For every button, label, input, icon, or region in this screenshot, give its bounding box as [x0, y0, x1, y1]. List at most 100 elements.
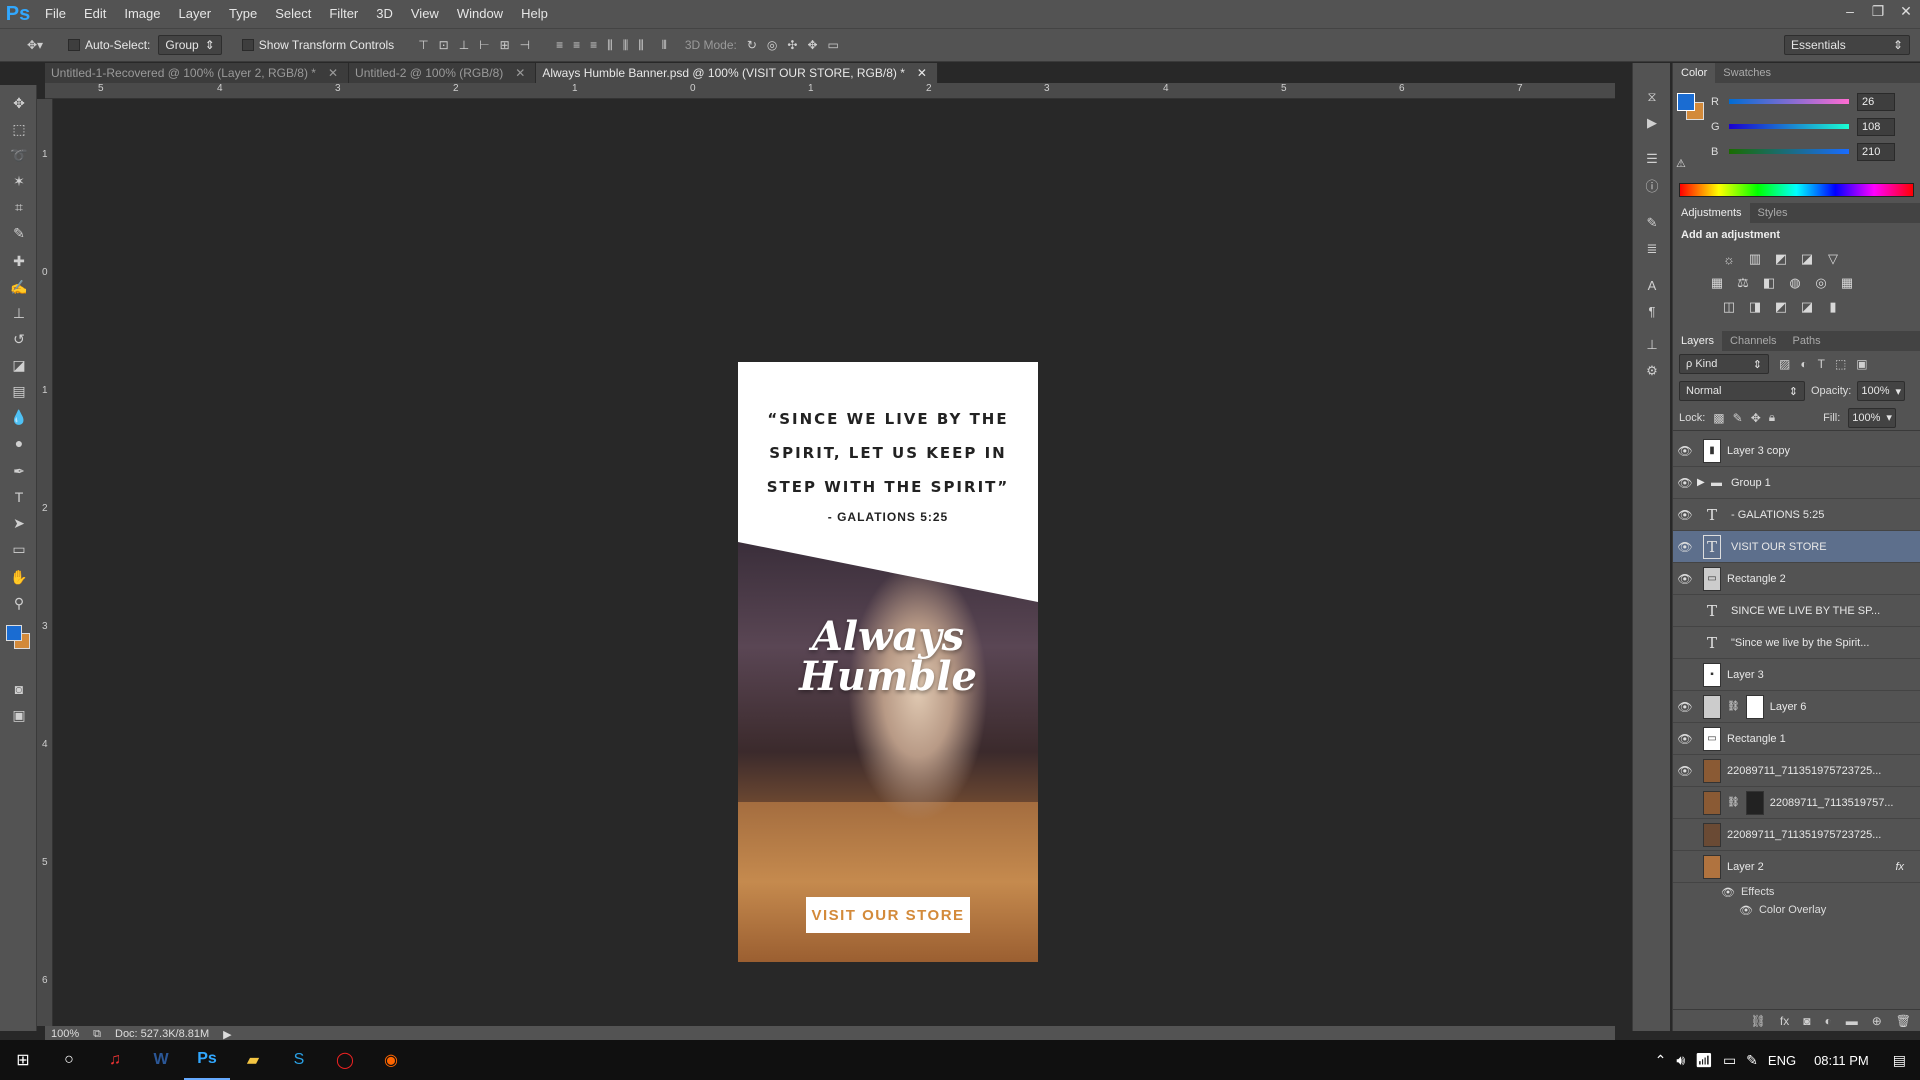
volume-icon[interactable]: 🔊︎ [1676, 1052, 1685, 1069]
visibility-eye-icon[interactable]: 👁︎ [1673, 732, 1697, 746]
visibility-eye-icon[interactable]: 👁︎ [1673, 700, 1697, 714]
clone-stamp-tool-icon[interactable]: ⊥ [8, 303, 30, 323]
lock-image-icon[interactable]: ✎ [1733, 411, 1743, 425]
menu-view[interactable]: View [402, 0, 448, 28]
menu-help[interactable]: Help [512, 0, 557, 28]
align-right-icon[interactable]: ⊣ [520, 38, 530, 52]
exposure-icon[interactable]: ◪ [1795, 249, 1819, 269]
filter-adjustment-icon[interactable]: ◐ [1800, 357, 1807, 371]
g-track[interactable] [1729, 124, 1849, 129]
opacity-field[interactable]: 100% ▾ [1857, 381, 1906, 401]
character-panel-icon[interactable]: A [1642, 275, 1662, 295]
filter-type-icon[interactable]: T [1818, 357, 1825, 371]
menu-layer[interactable]: Layer [170, 0, 221, 28]
visibility-eye-icon[interactable]: 👁︎ [1673, 540, 1697, 554]
move-tool-icon[interactable]: ✥ [8, 93, 30, 113]
paragraph-panel-icon[interactable]: ¶ [1642, 301, 1662, 321]
menu-3d[interactable]: 3D [367, 0, 402, 28]
menu-window[interactable]: Window [448, 0, 512, 28]
layer-row[interactable]: 👁︎ 22089711_711351975723725... [1673, 755, 1920, 787]
3d-drag-icon[interactable]: ✣ [787, 38, 797, 52]
visibility-eye-icon[interactable]: 👁︎ [1673, 508, 1697, 522]
wifi-icon[interactable]: 📶︎ [1695, 1052, 1713, 1069]
layer-row[interactable]: ▪ Layer 3 [1673, 659, 1920, 691]
r-value[interactable]: 26 [1857, 92, 1895, 111]
distribute-top-icon[interactable]: ≡ [556, 38, 563, 53]
menu-filter[interactable]: Filter [320, 0, 367, 28]
tab-color[interactable]: Color [1673, 63, 1716, 83]
always-humble-logo[interactable]: Always Humble [738, 617, 1038, 697]
brush-tool-icon[interactable]: ✍ [8, 277, 30, 297]
add-layer-style-icon[interactable]: fx [1780, 1014, 1789, 1028]
clock[interactable]: 08:11 PM [1814, 1053, 1869, 1068]
r-track[interactable] [1729, 99, 1849, 104]
tab-always-humble-banner[interactable]: Always Humble Banner.psd @ 100% (VISIT O… [536, 63, 938, 83]
tab-adjustments[interactable]: Adjustments [1673, 203, 1750, 223]
layer-row[interactable]: 22089711_711351975723725... [1673, 819, 1920, 851]
b-value[interactable]: 210 [1857, 142, 1895, 161]
distribute-hcenter-icon[interactable]: ⫼ [623, 38, 629, 53]
type-tool-icon[interactable]: T [8, 487, 30, 507]
cortana-icon[interactable]: ○ [46, 1040, 92, 1080]
restore-button[interactable]: ❐ [1864, 0, 1892, 22]
layer-row[interactable]: 👁︎ ▮ Layer 3 copy [1673, 435, 1920, 467]
3d-rotate-icon[interactable]: ↻ [747, 38, 757, 52]
zoom-tool-icon[interactable]: ⚲ [8, 593, 30, 613]
status-menu-arrow-icon[interactable]: ▶ [223, 1028, 231, 1041]
brush-presets-icon[interactable]: ≣ [1642, 239, 1662, 259]
blend-mode-dropdown[interactable]: Normal ⇕ [1679, 381, 1805, 401]
mask-link-icon[interactable]: ⛓ [1727, 797, 1740, 808]
history-panel-icon[interactable]: ⧖ [1642, 87, 1662, 107]
itunes-icon[interactable]: ♫ [92, 1040, 138, 1080]
effects-row[interactable]: 👁︎ Effects [1673, 883, 1920, 901]
layer-row[interactable]: 👁︎ ⛓ Layer 6 [1673, 691, 1920, 723]
align-left-icon[interactable]: ⊢ [479, 38, 489, 52]
layer-row[interactable]: 👁︎ ▶ ▬ Group 1 [1673, 467, 1920, 499]
link-layers-icon[interactable]: ⛓ [1751, 1014, 1766, 1028]
effects-eye-icon[interactable]: 👁︎ [1721, 886, 1735, 899]
share-icon[interactable]: ⧉ [93, 1028, 101, 1041]
magic-wand-tool-icon[interactable]: ✶ [8, 171, 30, 191]
invert-icon[interactable]: ◫ [1717, 297, 1741, 317]
auto-select-dropdown[interactable]: Group ⇕ [158, 35, 222, 55]
visibility-eye-icon[interactable]: 👁︎ [1673, 444, 1697, 458]
show-transform-checkbox[interactable] [241, 39, 254, 51]
layer-row[interactable]: Layer 2 fx [1673, 851, 1920, 883]
photoshop-taskbar-icon[interactable]: Ps [184, 1040, 230, 1080]
move-tool-preset-icon[interactable]: ✥▾ [20, 38, 50, 52]
color-balance-icon[interactable]: ⚖ [1731, 273, 1755, 293]
visibility-eye-icon[interactable]: 👁︎ [1673, 572, 1697, 586]
align-top-icon[interactable]: ⊤ [418, 38, 428, 52]
brightness-contrast-icon[interactable]: ☼ [1717, 249, 1741, 269]
layer-mask-thumbnail[interactable] [1745, 790, 1764, 815]
tab-close-icon[interactable]: ✕ [328, 66, 338, 80]
tab-untitled-1-recovered[interactable]: Untitled-1-Recovered @ 100% (Layer 2, RG… [45, 63, 350, 83]
color-slider-r[interactable]: R 26 [1673, 89, 1920, 114]
3d-slide-icon[interactable]: ✥ [807, 38, 817, 52]
color-spectrum-ramp[interactable] [1679, 183, 1914, 197]
layer-row[interactable]: 👁︎ ▭ Rectangle 1 [1673, 723, 1920, 755]
menu-image[interactable]: Image [115, 0, 169, 28]
visit-store-button[interactable]: VISIT OUR STORE [806, 897, 970, 933]
start-button-icon[interactable]: ⊞ [0, 1040, 46, 1080]
channel-mixer-icon[interactable]: ◎ [1809, 273, 1833, 293]
new-layer-icon[interactable]: ⊕ [1872, 1014, 1882, 1028]
actions-panel-icon[interactable]: ▶ [1642, 113, 1662, 133]
fx-badge[interactable]: fx [1895, 861, 1904, 873]
layer-kind-filter[interactable]: ρ Kind ⇕ [1679, 354, 1769, 374]
menu-type[interactable]: Type [220, 0, 266, 28]
expand-triangle-icon[interactable]: ▶ [1697, 477, 1711, 488]
auto-align-icon[interactable]: ⫴ [662, 38, 667, 53]
color-slider-g[interactable]: G 108 [1673, 114, 1920, 139]
tab-untitled-2[interactable]: Untitled-2 @ 100% (RGB/8) ✕ [349, 63, 537, 83]
lock-position-icon[interactable]: ✥ [1751, 411, 1761, 425]
brush-panel-icon[interactable]: ✎ [1642, 213, 1662, 233]
battery-icon[interactable]: ▭ [1723, 1052, 1736, 1069]
auto-select-checkbox[interactable] [68, 39, 80, 51]
photo-filter-icon[interactable]: ◍ [1783, 273, 1807, 293]
layer-row-selected[interactable]: 👁︎ T VISIT OUR STORE [1673, 531, 1920, 563]
foreground-color-swatch[interactable] [6, 625, 22, 641]
language-indicator[interactable]: ENG [1768, 1053, 1796, 1068]
layer-mask-thumbnail[interactable] [1745, 694, 1764, 719]
threshold-icon[interactable]: ◩ [1769, 297, 1793, 317]
